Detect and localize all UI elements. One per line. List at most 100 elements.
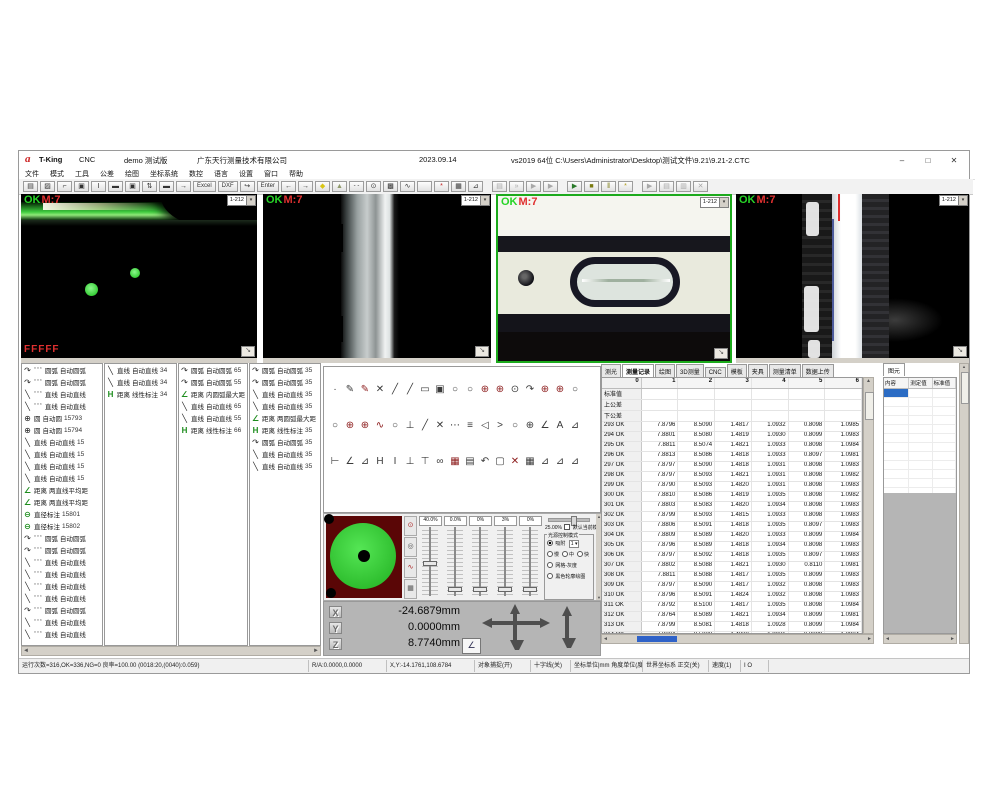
jog-z-arrows[interactable]	[562, 606, 572, 648]
measure-item[interactable]: ╲***直线自动直线	[22, 400, 102, 412]
measure-item[interactable]: ↷圆弧自动圆弧55	[179, 376, 247, 388]
measure-item[interactable]: ∠距离内圆弧最大距	[179, 388, 247, 400]
record-row[interactable]: 305 OK7.87968.50891.48181.09340.80981.09…	[602, 542, 862, 552]
arrow-left-button[interactable]: ←	[281, 181, 296, 192]
save-button[interactable]: ▤	[23, 181, 38, 192]
tool-icon[interactable]: ◁	[480, 420, 490, 431]
stop-button[interactable]: ■	[584, 181, 599, 192]
measure-item[interactable]: ╲直线自动直线15	[22, 472, 102, 484]
tool-icon[interactable]: ⊕	[495, 384, 505, 395]
light-slider-1[interactable]: 40.0%	[419, 516, 442, 598]
option-speed-中[interactable]: 中	[562, 552, 574, 558]
camera-hscrollbar[interactable]	[263, 358, 491, 363]
measure-item[interactable]: ∠距离两圆弧最大距	[250, 412, 320, 424]
tab-数据上传[interactable]: 数据上传	[802, 364, 834, 377]
tool-icon[interactable]: ╱	[390, 384, 400, 395]
record-row[interactable]: 302 OK7.87998.50931.48151.09330.80981.09…	[602, 512, 862, 522]
measure-item[interactable]: ⊖直径标注15801	[22, 508, 102, 520]
menu-item-公差[interactable]: 公差	[100, 169, 114, 179]
tool-icon[interactable]: ∠	[345, 456, 355, 467]
element-cell[interactable]	[909, 452, 932, 460]
measure-item[interactable]: ↷圆弧自动圆弧35	[250, 376, 320, 388]
tool-icon[interactable]: ↷	[525, 384, 535, 395]
record-row[interactable]: 309 OK7.87978.50901.48171.09320.80981.09…	[602, 582, 862, 592]
camera-view-3-active[interactable]: OKM:7 1-212▾ ↘	[496, 194, 732, 363]
measure-item[interactable]: ╲直线自动直线15	[22, 448, 102, 460]
element-cell[interactable]	[933, 443, 956, 451]
record-row[interactable]: 298 OK7.87978.50931.48211.09310.80981.09…	[602, 472, 862, 482]
slider-thumb[interactable]	[498, 587, 512, 592]
chevron-down-icon[interactable]: ▾	[480, 196, 489, 205]
tool-icon[interactable]: ✕	[510, 456, 520, 467]
probe-button[interactable]: ▣	[74, 181, 89, 192]
menu-item-数控[interactable]: 数控	[189, 169, 203, 179]
tool-icon[interactable]: ⊿	[570, 420, 580, 431]
element-cell[interactable]	[909, 389, 932, 397]
tool-icon[interactable]: ⊕	[525, 420, 535, 431]
tool-icon[interactable]: ▢	[495, 456, 505, 467]
chevron-down-icon[interactable]: ▾	[719, 198, 728, 207]
tool-icon[interactable]: ⋯	[450, 420, 460, 431]
tab-CNC[interactable]: CNC	[705, 367, 726, 377]
tool-icon[interactable]: ○	[330, 420, 340, 431]
measure-item[interactable]: ⊕圆自动圆15794	[22, 424, 102, 436]
tool-icon[interactable]: ⊕	[345, 420, 355, 431]
tool-icon[interactable]: ↶	[480, 456, 490, 467]
camera-view-4[interactable]: OKM:7 1-212▾ ↘	[736, 194, 969, 363]
element-cell[interactable]	[933, 461, 956, 469]
slider-thumb[interactable]	[448, 587, 462, 592]
element-cell[interactable]	[933, 425, 956, 433]
block-button[interactable]: ▬	[108, 181, 123, 192]
menu-item-文件[interactable]: 文件	[25, 169, 39, 179]
default-mode-checkbox[interactable]	[564, 524, 570, 530]
record-row[interactable]: 307 OK7.88028.50881.48211.09300.81101.09…	[602, 562, 862, 572]
element-vscrollbar[interactable]: ▲	[959, 363, 969, 644]
slider-thumb[interactable]	[523, 587, 537, 592]
goto-button[interactable]: ↪	[240, 181, 255, 192]
tool-icon[interactable]: ⊕	[480, 384, 490, 395]
jog-vertical-arrows[interactable]	[510, 604, 520, 650]
load-run-button[interactable]: ▶	[526, 181, 541, 192]
terrain-button[interactable]: ▲	[332, 181, 347, 192]
tab-3D测量[interactable]: 3D测量	[676, 364, 704, 377]
tool-icon[interactable]: ○	[570, 384, 580, 395]
element-row[interactable]	[884, 434, 956, 443]
maximize-button[interactable]: □	[917, 155, 939, 167]
measure-item[interactable]: ╲直线自动直线15	[22, 460, 102, 472]
record-row[interactable]: 304 OK7.88098.50891.48201.09330.80991.09…	[602, 532, 862, 542]
measure-item[interactable]: ╲***直线自动直线	[22, 628, 102, 640]
measure-item[interactable]: ╲直线自动直线55	[179, 412, 247, 424]
record-row[interactable]: 306 OK7.87978.50921.48181.09350.80971.09…	[602, 552, 862, 562]
dxf-export-button[interactable]: DXF	[218, 181, 238, 192]
radio-icon[interactable]	[547, 551, 553, 557]
measure-item[interactable]: ⊖直径标注15802	[22, 520, 102, 532]
record-row[interactable]: 310 OK7.87968.50911.48241.09320.80981.09…	[602, 592, 862, 602]
pattern-button[interactable]: ▩	[383, 181, 398, 192]
save2-button[interactable]: ▤	[492, 181, 507, 192]
element-cell[interactable]	[909, 479, 932, 487]
chart-button[interactable]: ⊿	[468, 181, 483, 192]
tool-icon[interactable]: ⊥	[405, 420, 415, 431]
tool-icon[interactable]: ○	[510, 420, 520, 431]
element-cell[interactable]	[884, 416, 909, 424]
element-cell[interactable]	[909, 407, 932, 415]
element-cell[interactable]	[909, 434, 932, 442]
fastforward-button[interactable]: »	[509, 181, 524, 192]
path-button[interactable]: ⌐	[57, 181, 72, 192]
camera-selector-dropdown[interactable]: 1-212▾	[939, 195, 968, 206]
tool-icon[interactable]: ⊿	[360, 456, 370, 467]
enter-button[interactable]: Enter	[257, 181, 279, 192]
tool-icon[interactable]: ⊥	[405, 456, 415, 467]
record-row[interactable]: 299 OK7.87908.50931.48201.09310.80981.09…	[602, 482, 862, 492]
element-row[interactable]	[884, 398, 956, 407]
magnifier-button[interactable]: ⊙	[366, 181, 381, 192]
tab-测光[interactable]: 测光	[601, 364, 621, 377]
tab-测量清单[interactable]: 测量清单	[769, 364, 801, 377]
menu-item-窗口[interactable]: 窗口	[264, 169, 278, 179]
cut-button[interactable]: ✕	[693, 181, 708, 192]
tool-icon[interactable]: ⊢	[330, 456, 340, 467]
element-row[interactable]	[884, 443, 956, 452]
measure-item[interactable]: ↷***圆弧自动圆弧	[22, 376, 102, 388]
angle-mode-button[interactable]: ∠	[462, 638, 481, 654]
step-button[interactable]: →	[176, 181, 191, 192]
